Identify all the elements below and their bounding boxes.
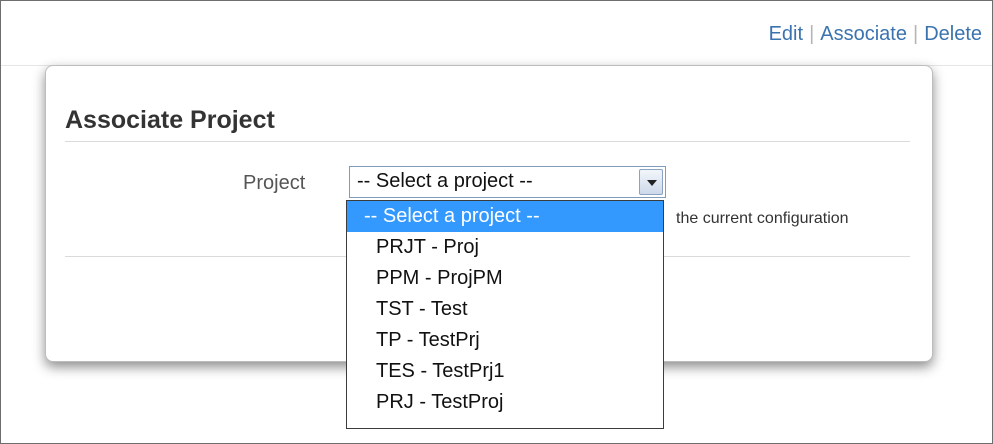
window-frame: Edit | Associate | Delete Associate Project … bbox=[0, 0, 993, 444]
edit-link[interactable]: Edit bbox=[769, 23, 803, 45]
separator: | bbox=[912, 23, 919, 45]
divider bbox=[65, 141, 910, 142]
separator: | bbox=[809, 23, 815, 45]
top-bar: Edit | Associate | Delete bbox=[1, 1, 992, 66]
chevron-down-icon[interactable] bbox=[639, 169, 663, 195]
help-text: the current configuration bbox=[676, 210, 849, 227]
action-links: Edit | Associate | Delete bbox=[769, 23, 982, 46]
associate-link[interactable]: Associate bbox=[820, 23, 907, 45]
delete-link[interactable]: Delete bbox=[924, 23, 982, 45]
project-label: Project bbox=[243, 172, 306, 194]
project-dropdown-list: -- Select a project -- PRJT - Proj PPM -… bbox=[346, 200, 664, 429]
option-tst-test[interactable]: TST - Test bbox=[347, 294, 663, 325]
project-select[interactable]: -- Select a project -- bbox=[349, 166, 666, 198]
option-tes-testprj1[interactable]: TES - TestPrj1 bbox=[347, 356, 663, 387]
option-select-project[interactable]: -- Select a project -- bbox=[347, 201, 663, 232]
dialog-title: Associate Project bbox=[65, 106, 275, 134]
option-prjt-proj[interactable]: PRJT - Proj bbox=[347, 232, 663, 263]
option-tp-testprj[interactable]: TP - TestPrj bbox=[347, 325, 663, 356]
option-prj-testproj[interactable]: PRJ - TestProj bbox=[347, 387, 663, 418]
project-select-value: -- Select a project -- bbox=[357, 170, 533, 192]
option-ppm-projpm[interactable]: PPM - ProjPM bbox=[347, 263, 663, 294]
